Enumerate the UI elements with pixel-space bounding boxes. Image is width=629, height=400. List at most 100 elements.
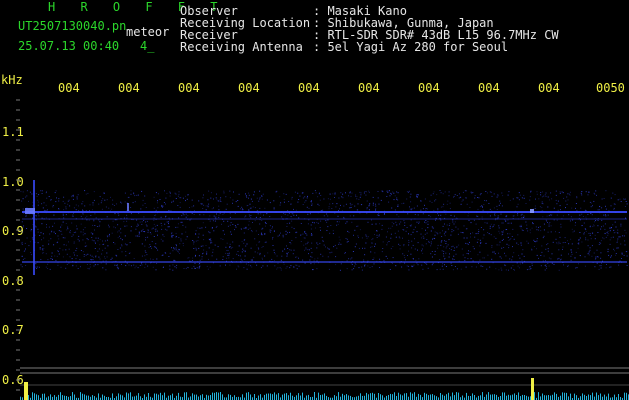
amplitude-bar	[380, 394, 381, 400]
noise-dot	[250, 215, 252, 216]
noise-dot	[614, 194, 616, 196]
noise-dot	[523, 215, 525, 217]
noise-dot	[25, 215, 27, 217]
noise-dot	[525, 203, 527, 204]
noise-dot	[245, 245, 247, 247]
time-tick-label: 004	[478, 81, 500, 95]
noise-dot	[207, 206, 209, 208]
noise-dot	[269, 232, 271, 233]
amplitude-bar	[608, 393, 609, 400]
noise-dot	[323, 244, 325, 246]
noise-dot	[37, 204, 39, 206]
noise-dot	[199, 259, 201, 261]
noise-dot	[413, 264, 415, 266]
noise-dot	[368, 191, 370, 193]
noise-dot	[78, 240, 80, 242]
noise-dot	[172, 264, 174, 266]
noise-dot	[118, 214, 120, 216]
noise-dot	[538, 226, 539, 228]
noise-dot	[283, 201, 285, 203]
noise-dot	[243, 267, 245, 269]
noise-dot	[374, 243, 376, 245]
noise-dot	[447, 200, 449, 202]
noise-dot	[466, 228, 468, 230]
noise-dot	[226, 250, 228, 251]
amplitude-bar	[590, 395, 591, 400]
amplitude-bar	[138, 393, 139, 400]
noise-dot	[422, 213, 424, 215]
noise-dot	[292, 213, 294, 215]
noise-dot	[98, 203, 100, 205]
noise-dot	[536, 191, 538, 193]
noise-dot	[174, 266, 176, 268]
noise-dot	[582, 216, 584, 217]
noise-dot	[279, 204, 281, 206]
noise-dot	[454, 221, 456, 223]
noise-dot	[469, 207, 471, 208]
noise-dot	[328, 248, 329, 250]
noise-dot	[123, 221, 125, 223]
noise-dot	[242, 248, 244, 250]
noise-dot	[120, 201, 122, 203]
noise-dot	[316, 247, 318, 249]
noise-dot	[67, 228, 69, 230]
noise-dot	[370, 251, 372, 253]
noise-dot	[439, 190, 441, 191]
noise-dot	[587, 194, 589, 196]
noise-dot	[498, 227, 500, 229]
noise-dot	[289, 267, 291, 269]
noise-dot	[311, 256, 313, 258]
noise-dot	[603, 198, 605, 199]
noise-dot	[603, 214, 605, 216]
noise-dot	[328, 206, 330, 208]
noise-dot	[296, 214, 297, 216]
noise-dot	[605, 208, 607, 210]
noise-dot	[430, 253, 432, 255]
noise-dot	[48, 240, 50, 242]
noise-dot	[104, 199, 106, 201]
noise-dot	[577, 247, 579, 249]
amplitude-bar	[362, 395, 363, 400]
noise-dot	[540, 194, 542, 196]
noise-dot	[467, 243, 469, 245]
noise-dot	[544, 265, 546, 266]
noise-dot	[453, 223, 455, 225]
noise-dot	[510, 238, 512, 240]
noise-dot	[93, 191, 95, 193]
noise-dot	[410, 225, 412, 227]
noise-dot	[91, 239, 93, 241]
noise-dot	[175, 247, 177, 249]
noise-dot	[208, 203, 210, 205]
noise-dot	[390, 237, 392, 239]
noise-dot	[610, 266, 612, 268]
noise-dot	[130, 207, 132, 208]
noise-dot	[133, 192, 135, 194]
noise-dot	[77, 238, 79, 240]
noise-dot	[302, 197, 304, 199]
amplitude-bar	[230, 394, 231, 400]
noise-dot	[600, 240, 602, 242]
noise-dot	[567, 264, 569, 266]
noise-dot	[314, 258, 316, 260]
noise-dot	[110, 196, 111, 198]
noise-dot	[453, 195, 455, 197]
noise-dot	[210, 238, 212, 239]
noise-dot	[97, 250, 99, 252]
amplitude-bar	[540, 396, 541, 400]
noise-dot	[253, 191, 255, 193]
noise-dot	[123, 217, 125, 219]
noise-dot	[381, 251, 383, 253]
noise-dot	[335, 206, 337, 208]
amplitude-bar	[338, 392, 339, 400]
noise-dot	[64, 237, 66, 239]
amplitude-bar	[398, 392, 399, 400]
amplitude-bar	[522, 394, 523, 400]
noise-dot	[215, 226, 217, 228]
noise-dot	[211, 208, 213, 210]
noise-dot	[493, 193, 495, 195]
noise-dot	[531, 263, 533, 265]
noise-dot	[409, 196, 411, 198]
noise-dot	[307, 213, 309, 215]
noise-dot	[479, 239, 481, 241]
noise-dot	[160, 222, 162, 224]
